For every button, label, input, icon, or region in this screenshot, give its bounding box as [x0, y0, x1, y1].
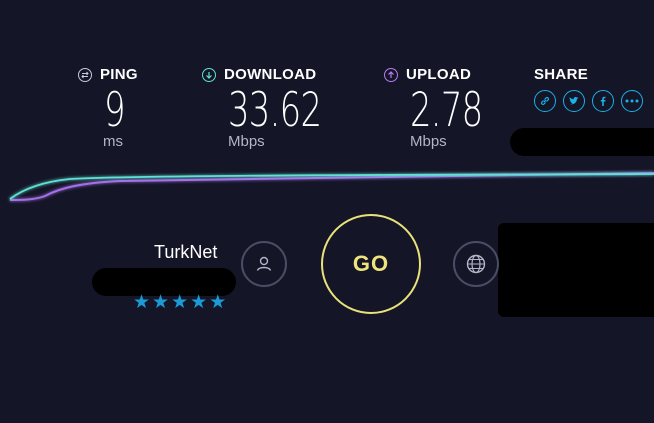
provider-name: TurkNet: [154, 242, 218, 262]
upload-label: UPLOAD: [406, 66, 472, 83]
link-icon[interactable]: [534, 90, 556, 112]
upload-metric: UPLOAD: [384, 66, 471, 83]
share-buttons: [534, 90, 643, 112]
star-icon: ★: [133, 292, 151, 313]
user-button[interactable]: [241, 241, 287, 287]
go-button-label: GO: [352, 251, 390, 276]
server-button[interactable]: [453, 241, 499, 287]
download-header: DOWNLOAD: [202, 66, 316, 83]
ping-header: PING: [78, 66, 138, 83]
twitter-icon[interactable]: [563, 90, 585, 112]
user-icon: [256, 256, 272, 271]
download-label: DOWNLOAD: [224, 66, 317, 83]
ping-value: 9: [104, 83, 126, 138]
ping-unit: ms: [103, 133, 123, 150]
provider-rating: ★ ★ ★ ★ ★: [133, 293, 226, 312]
more-icon[interactable]: [621, 90, 643, 112]
download-unit: Mbps: [228, 133, 265, 150]
ping-label: PING: [100, 66, 138, 83]
star-icon: ★: [171, 292, 189, 313]
share-label: SHARE: [534, 66, 589, 83]
upload-value: 2.78: [410, 83, 483, 138]
download-value: 33.62: [228, 83, 322, 138]
facebook-icon[interactable]: [592, 90, 614, 112]
download-metric: DOWNLOAD: [202, 66, 316, 83]
download-arrow-icon: [202, 67, 216, 82]
ping-icon: [78, 67, 92, 82]
star-icon: ★: [209, 292, 227, 313]
redacted-block: [510, 128, 654, 156]
go-button[interactable]: GO: [321, 214, 421, 314]
upload-header: UPLOAD: [384, 66, 471, 83]
upload-arrow-icon: [384, 67, 398, 82]
ping-metric: PING: [78, 66, 138, 83]
speed-graph: [9, 172, 654, 201]
star-icon: ★: [190, 292, 208, 313]
globe-icon: [466, 254, 486, 274]
star-icon: ★: [152, 292, 170, 313]
upload-unit: Mbps: [410, 133, 447, 150]
redacted-block: [498, 223, 654, 317]
